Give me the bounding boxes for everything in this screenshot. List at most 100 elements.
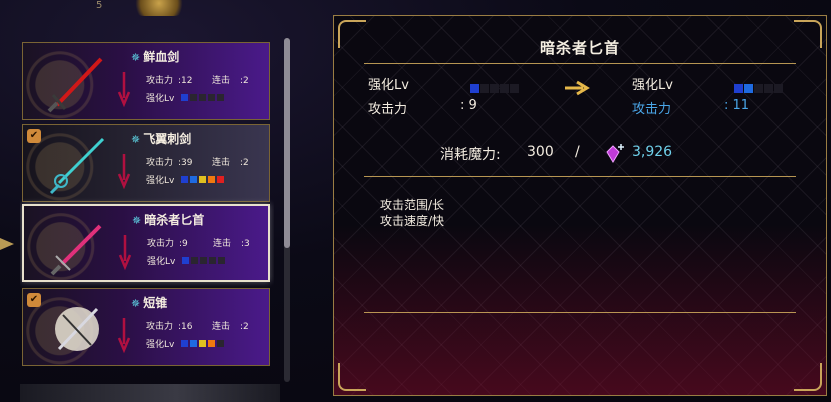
sword-icon <box>49 137 105 195</box>
next-attack-value: : 11 <box>724 98 750 113</box>
weapon-card[interactable]: ✵ 鲜血剑 攻击力 :12 连击 :2 强化Lv <box>22 42 270 120</box>
upgrade-pip <box>198 175 206 183</box>
upgrade-pip <box>180 339 188 347</box>
weapon-name: ✵ 短锥 <box>131 296 168 310</box>
upgrade-pip <box>500 84 509 93</box>
next-upgrade-label: 强化Lv <box>632 78 673 93</box>
upgrade-label: 强化Lv <box>146 176 175 186</box>
upgrade-pip <box>207 339 215 347</box>
upgrade-label: 强化Lv <box>146 340 175 350</box>
upgrade-pip <box>744 84 753 93</box>
dagger-icon <box>50 224 102 276</box>
cost-value: 300 <box>527 144 554 160</box>
upgrade-level-pips <box>180 339 226 350</box>
attack-row: 攻击力 :12 连击 :2 <box>146 73 249 86</box>
attack-label: 攻击力 <box>146 158 174 168</box>
upgrade-pip <box>180 175 188 183</box>
cost-separator: / <box>575 144 580 160</box>
weapon-card[interactable]: ✔ ✵ 短锥 攻击力 :16 连击 :2 强化Lv <box>22 288 270 366</box>
combo-value: :3 <box>241 239 250 249</box>
list-scrollbar[interactable] <box>284 38 290 382</box>
upgrade-pip <box>207 93 215 101</box>
upgrade-pip <box>208 256 216 264</box>
current-upgrade-pips <box>470 78 520 97</box>
upgrade-pip <box>216 339 224 347</box>
upgrade-pip <box>189 175 197 183</box>
upgrade-level-pips <box>180 175 226 186</box>
combo-label: 连击 <box>212 322 231 332</box>
upgrade-arrow-icon <box>565 80 590 96</box>
attack-row: 攻击力 :16 连击 :2 <box>146 319 249 332</box>
arrow-down-icon <box>117 154 131 190</box>
weapon-name: ✵ 飞翼刺剑 <box>131 132 192 146</box>
upgrade-pip <box>216 175 224 183</box>
blade <box>55 57 103 107</box>
upgrade-pip <box>470 84 479 93</box>
attack-value: :16 <box>178 322 193 332</box>
arrow-down-icon <box>117 72 131 108</box>
stiletto-icon <box>55 307 99 351</box>
upgrade-label: 强化Lv <box>146 94 175 104</box>
weapon-name: ✵ 暗杀者匕首 <box>132 213 205 227</box>
equipped-check-icon: ✔ <box>27 293 41 307</box>
gem-icon: ✵ <box>131 51 141 64</box>
combo-label: 连击 <box>212 158 231 168</box>
corner-ornament <box>794 363 822 391</box>
current-attack-label: 攻击力 <box>368 102 408 117</box>
next-attack-label: 攻击力 <box>632 102 672 117</box>
upgrade-pip <box>189 93 197 101</box>
gem-icon: ✵ <box>132 214 142 227</box>
upgrade-pip <box>764 84 773 93</box>
attack-label: 攻击力 <box>146 322 174 332</box>
detail-title: 暗杀者匕首 <box>539 39 620 57</box>
upgrade-row: 强化Lv <box>146 337 226 350</box>
upgrade-pip <box>734 84 743 93</box>
weapon-name: ✵ 鲜血剑 <box>131 50 180 64</box>
combo-label: 连击 <box>212 76 231 86</box>
attack-label: 攻击力 <box>146 76 174 86</box>
equipped-check-icon: ✔ <box>27 129 41 143</box>
arrow-down-icon <box>117 318 131 354</box>
sword-icon <box>47 57 103 113</box>
upgrade-pip <box>198 339 206 347</box>
attack-value: :39 <box>178 158 193 168</box>
upgrade-pip <box>207 175 215 183</box>
upgrade-row: 强化Lv <box>147 254 227 267</box>
upgrade-pip <box>189 339 197 347</box>
upgrade-pip <box>774 84 783 93</box>
weapon-card-selected[interactable]: ✵ 暗杀者匕首 攻击力:9 连击:3 强化Lv <box>22 204 270 282</box>
current-upgrade-label: 强化Lv <box>368 78 409 93</box>
upgrade-pip <box>190 256 198 264</box>
top-emblem <box>128 0 190 16</box>
weapon-detail-panel: 暗杀者匕首 强化Lv 攻击力 : 9 强化Lv 攻击力 : 11 消耗魔力: 3… <box>333 15 827 396</box>
upgrade-row: 强化Lv <box>146 173 226 186</box>
upgrade-level-pips <box>181 256 227 267</box>
combo-value: :2 <box>240 322 249 332</box>
upgrade-pip <box>181 256 189 264</box>
upgrade-pip <box>198 93 206 101</box>
upgrade-label: 强化Lv <box>147 257 176 267</box>
scrollbar-thumb[interactable] <box>284 38 290 248</box>
selection-pointer-icon <box>0 238 14 250</box>
divider <box>364 63 796 64</box>
divider <box>364 312 796 313</box>
upgrade-pip <box>754 84 763 93</box>
combo-value: :2 <box>240 76 249 86</box>
attack-row: 攻击力:39 连击:2 <box>146 155 249 168</box>
weapon-card[interactable]: ✔ ✵ 飞翼刺剑 攻击力:39 连击:2 强化Lv <box>22 124 270 202</box>
upgrade-pip <box>490 84 499 93</box>
attack-value: :9 <box>179 239 188 249</box>
gem-icon: ✵ <box>131 133 141 146</box>
upgrade-pip <box>510 84 519 93</box>
weapon-list: ✵ 鲜血剑 攻击力:12 连击:2 强化Lv ✔ ✵ 飞翼刺剑 攻击力:39 连击:2 … <box>20 38 274 382</box>
divider <box>364 176 796 177</box>
mana-crystal-icon <box>606 144 624 163</box>
gem-icon: ✵ <box>131 297 141 310</box>
attack-value: :12 <box>178 76 193 86</box>
attack-row: 攻击力:9 连击:3 <box>147 236 250 249</box>
upgrade-level-pips <box>180 93 226 104</box>
next-upgrade-pips <box>734 78 784 97</box>
upgrade-pip <box>480 84 489 93</box>
attack-label: 攻击力 <box>147 239 175 249</box>
current-attack-value: : 9 <box>460 98 477 113</box>
